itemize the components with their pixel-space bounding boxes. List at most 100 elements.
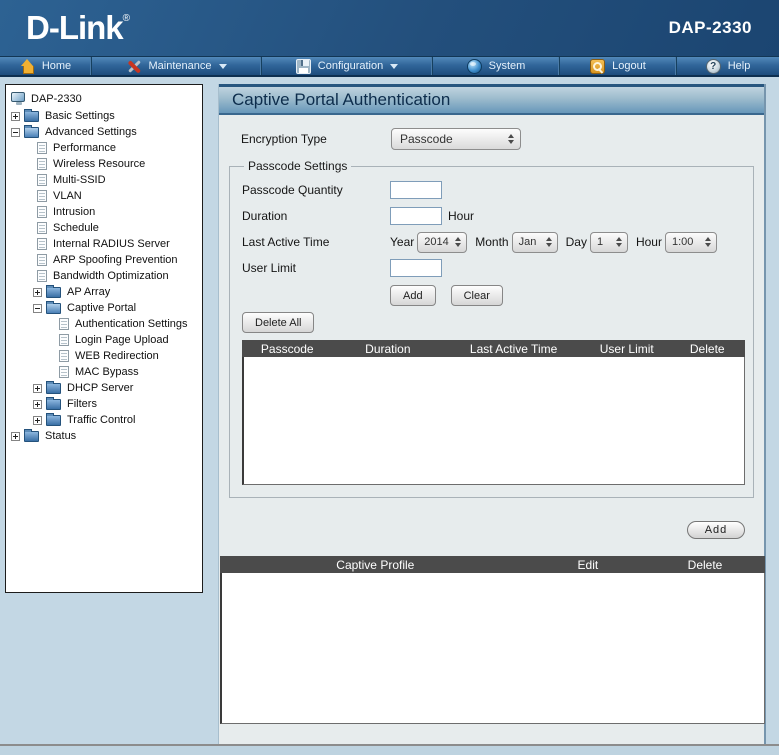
passcode-quantity-label: Passcode Quantity — [242, 183, 390, 197]
user-limit-input[interactable] — [390, 259, 442, 277]
collapse-minus-icon[interactable] — [11, 128, 20, 137]
expand-plus-icon[interactable] — [33, 400, 42, 409]
expand-plus-icon[interactable] — [33, 384, 42, 393]
home-icon — [20, 59, 35, 74]
document-icon — [37, 238, 47, 250]
spinner-arrows-icon[interactable] — [454, 237, 462, 247]
main-panel: Captive Portal Authentication Encryption… — [218, 84, 766, 744]
day-select[interactable]: 1 — [590, 232, 628, 253]
clear-button[interactable]: Clear — [451, 285, 503, 306]
sidebar-item-multi-ssid[interactable]: Multi-SSID — [9, 172, 200, 188]
passcode-table: Passcode Duration Last Active Time User … — [242, 340, 745, 485]
sidebar-item-mac-bypass[interactable]: MAC Bypass — [9, 364, 200, 380]
spinner-arrows-icon[interactable] — [545, 237, 553, 247]
document-icon — [37, 174, 47, 186]
sidebar-item-vlan[interactable]: VLAN — [9, 188, 200, 204]
page-title: Captive Portal Authentication — [219, 84, 764, 115]
add-profile-button[interactable]: Add — [687, 521, 745, 539]
sidebar-tree: DAP-2330 Basic Settings Advanced Setting… — [5, 84, 203, 593]
nav-help[interactable]: Help — [677, 57, 779, 75]
document-icon — [59, 318, 69, 330]
document-icon — [37, 254, 47, 266]
sidebar-item-basic-settings[interactable]: Basic Settings — [9, 108, 200, 124]
sidebar-item-ap-array[interactable]: AP Array — [9, 284, 200, 300]
nav-configuration[interactable]: Configuration — [262, 57, 433, 75]
folder-icon — [46, 399, 61, 410]
sidebar-item-traffic-control[interactable]: Traffic Control — [9, 412, 200, 428]
folder-icon — [24, 431, 39, 442]
nav-home[interactable]: Home — [0, 57, 92, 75]
last-active-time-label: Last Active Time — [242, 235, 390, 249]
passcode-table-header: Passcode Duration Last Active Time User … — [242, 340, 745, 357]
main-navbar: Home Maintenance Configuration System Lo… — [0, 57, 779, 77]
profile-table-header: Captive Profile Edit Delete — [220, 556, 765, 573]
sidebar-item-internal-radius-server[interactable]: Internal RADIUS Server — [9, 236, 200, 252]
page-footer — [0, 744, 779, 755]
folder-icon — [46, 383, 61, 394]
expand-plus-icon[interactable] — [11, 432, 20, 441]
add-button[interactable]: Add — [390, 285, 436, 306]
nav-logout[interactable]: Logout — [560, 57, 677, 75]
registered-mark: ® — [123, 13, 130, 24]
document-icon — [59, 366, 69, 378]
dlink-logo: D-Link® — [26, 9, 130, 47]
spinner-arrows-icon[interactable] — [704, 237, 712, 247]
folder-icon — [46, 415, 61, 426]
help-icon — [706, 59, 721, 74]
tools-icon — [127, 59, 142, 74]
app-header: D-Link® DAP-2330 — [0, 0, 779, 57]
sidebar-item-arp-spoofing-prevention[interactable]: ARP Spoofing Prevention — [9, 252, 200, 268]
year-label: Year — [390, 235, 414, 249]
page: D-Link® DAP-2330 Home Maintenance Config… — [0, 0, 779, 755]
device-icon — [11, 92, 25, 102]
chevron-down-icon — [390, 64, 398, 69]
sidebar-item-performance[interactable]: Performance — [9, 140, 200, 156]
document-icon — [37, 190, 47, 202]
sidebar-item-login-page-upload[interactable]: Login Page Upload — [9, 332, 200, 348]
duration-input[interactable] — [390, 207, 442, 225]
spinner-arrows-icon[interactable] — [615, 237, 623, 247]
sidebar-item-intrusion[interactable]: Intrusion — [9, 204, 200, 220]
profile-table: Captive Profile Edit Delete — [220, 556, 765, 724]
device-model: DAP-2330 — [669, 18, 752, 38]
passcode-quantity-input[interactable] — [390, 181, 442, 199]
nav-system[interactable]: System — [433, 57, 560, 75]
spinner-arrows-icon[interactable] — [507, 134, 515, 144]
sidebar-item-filters[interactable]: Filters — [9, 396, 200, 412]
sidebar-item-schedule[interactable]: Schedule — [9, 220, 200, 236]
sidebar-item-dhcp-server[interactable]: DHCP Server — [9, 380, 200, 396]
sidebar-item-advanced-settings[interactable]: Advanced Settings — [9, 124, 200, 140]
encryption-type-label: Encryption Type — [241, 132, 391, 146]
floppy-icon — [296, 59, 311, 74]
user-limit-label: User Limit — [242, 261, 390, 275]
document-icon — [37, 142, 47, 154]
hour-select[interactable]: 1:00 — [665, 232, 717, 253]
delete-all-button[interactable]: Delete All — [242, 312, 314, 333]
month-select[interactable]: Jan — [512, 232, 558, 253]
sidebar-item-bandwidth-optimization[interactable]: Bandwidth Optimization — [9, 268, 200, 284]
sidebar-item-captive-portal[interactable]: Captive Portal — [9, 300, 200, 316]
chevron-down-icon — [219, 64, 227, 69]
sidebar-item-authentication-settings[interactable]: Authentication Settings — [9, 316, 200, 332]
sidebar-item-wireless-resource[interactable]: Wireless Resource — [9, 156, 200, 172]
sidebar-item-dap-2330[interactable]: DAP-2330 — [9, 90, 200, 108]
open-folder-icon — [46, 303, 61, 314]
year-select[interactable]: 2014 — [417, 232, 467, 253]
passcode-settings-fieldset: Passcode Settings Passcode Quantity Dura… — [229, 159, 754, 498]
expand-plus-icon[interactable] — [11, 112, 20, 121]
document-icon — [37, 206, 47, 218]
open-folder-icon — [24, 127, 39, 138]
encryption-type-select[interactable]: Passcode — [391, 128, 521, 150]
collapse-minus-icon[interactable] — [33, 304, 42, 313]
document-icon — [59, 350, 69, 362]
document-icon — [37, 158, 47, 170]
document-icon — [37, 222, 47, 234]
sidebar-item-status[interactable]: Status — [9, 428, 200, 444]
key-icon — [590, 59, 605, 74]
expand-plus-icon[interactable] — [33, 288, 42, 297]
nav-maintenance[interactable]: Maintenance — [92, 57, 262, 75]
document-icon — [37, 270, 47, 282]
passcode-settings-legend: Passcode Settings — [244, 159, 351, 173]
expand-plus-icon[interactable] — [33, 416, 42, 425]
sidebar-item-web-redirection[interactable]: WEB Redirection — [9, 348, 200, 364]
